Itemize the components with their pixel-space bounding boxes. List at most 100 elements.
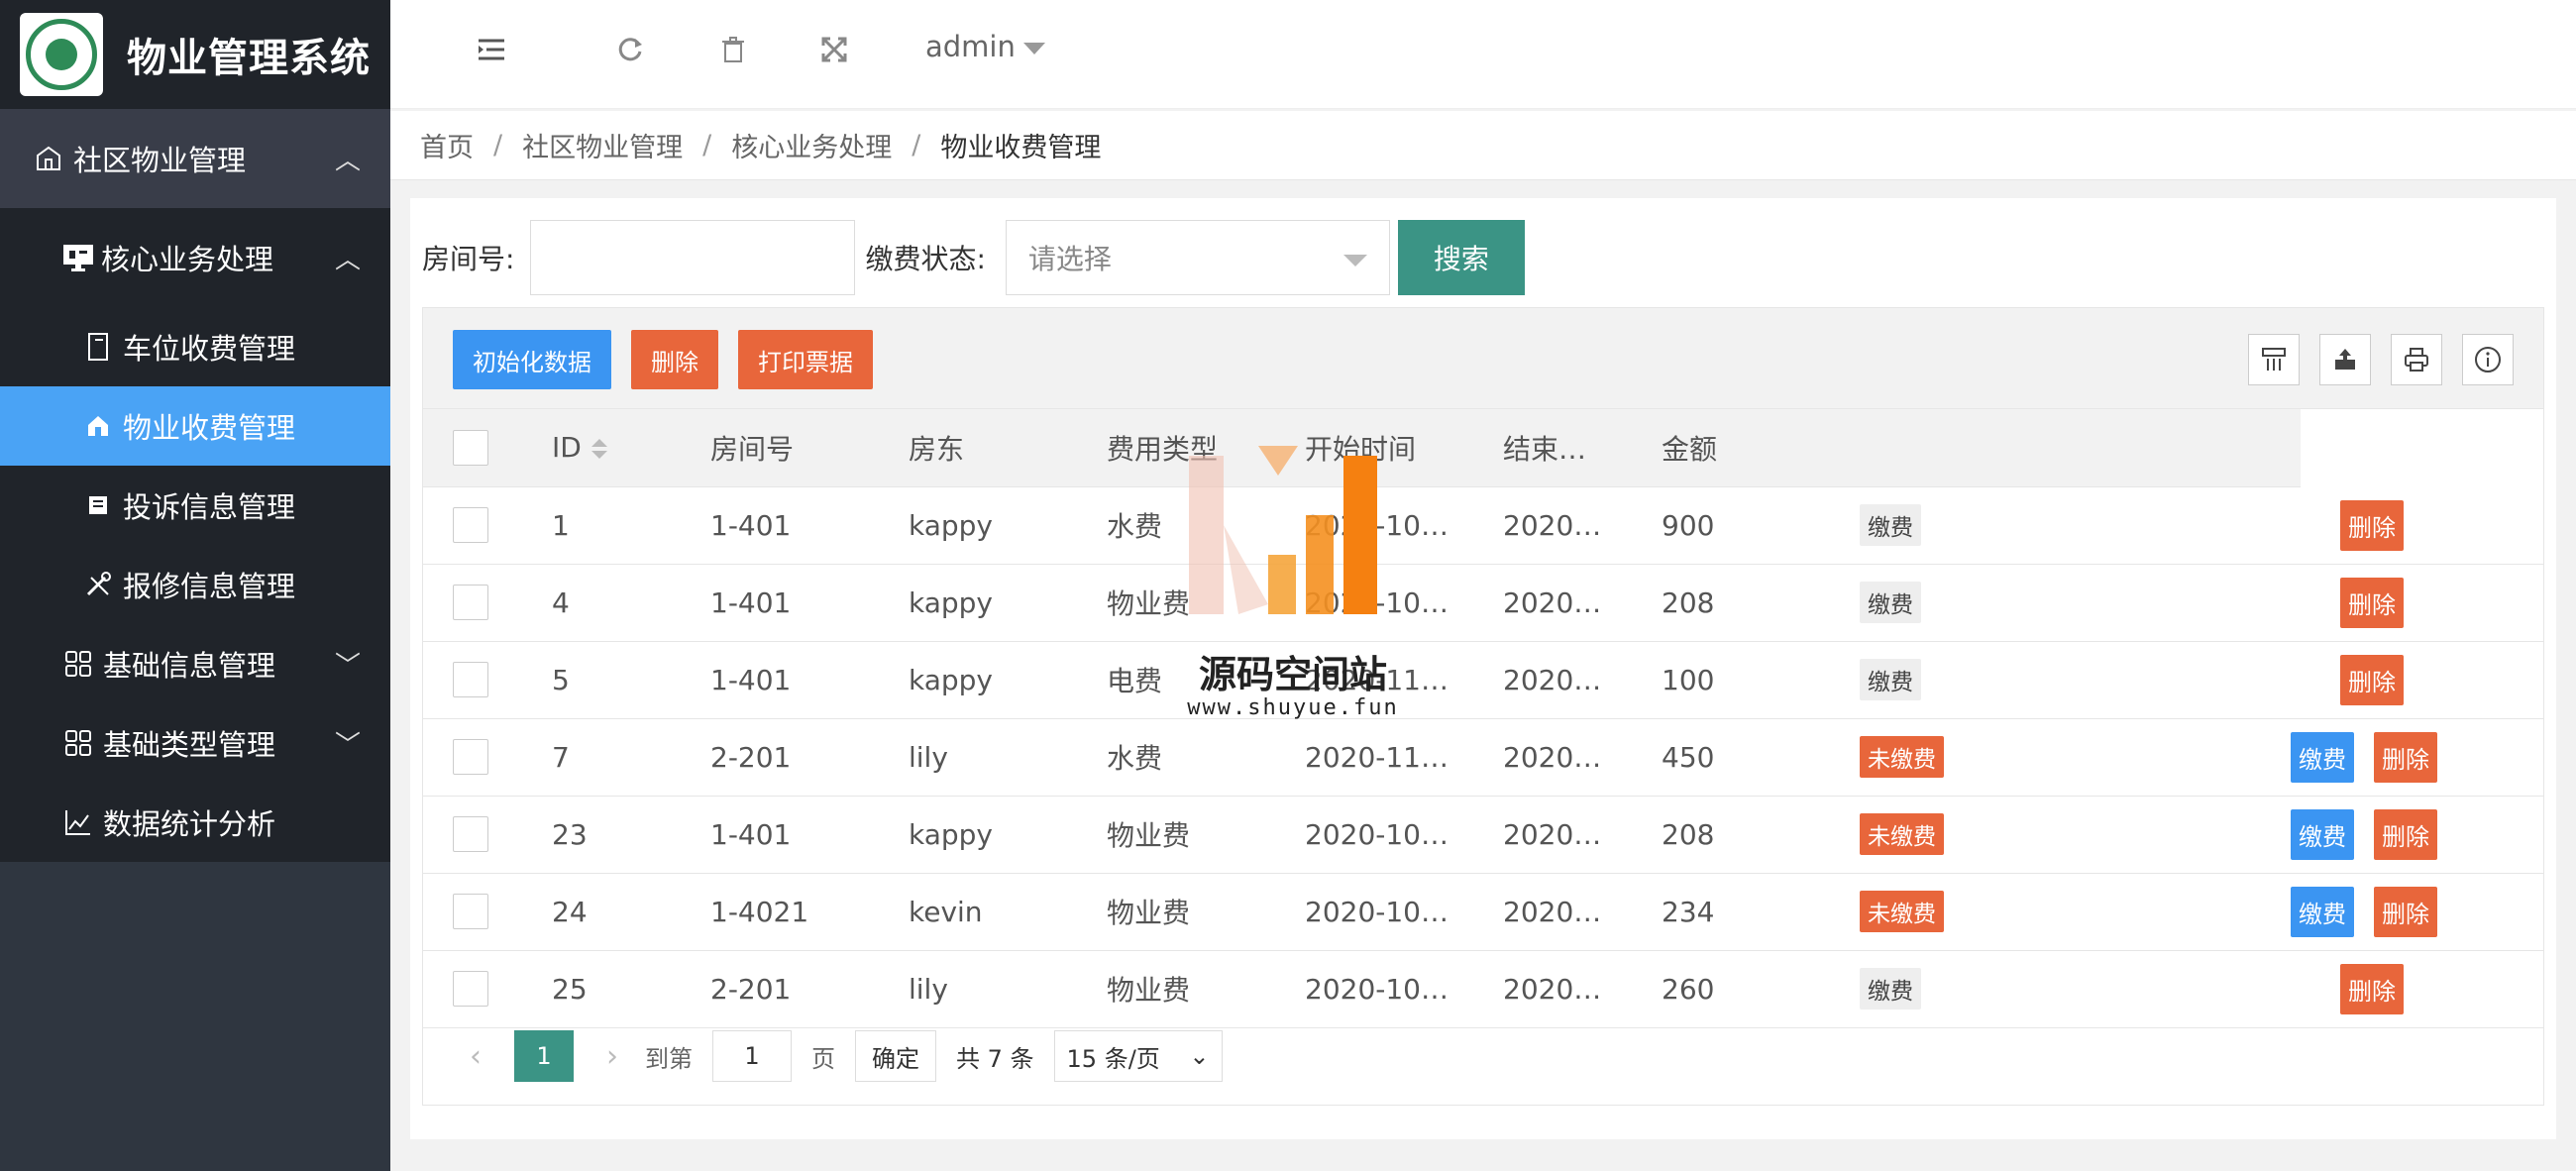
pay-button[interactable]: 缴费 — [2291, 886, 2354, 937]
cell-owner: lily — [909, 718, 1107, 797]
column-header: 房间号 — [710, 409, 909, 487]
table-row: 1 1-401 kappy 水费 2020-10… 2020… 900 缴费 删除 — [423, 486, 2543, 565]
cell-end: 2020… — [1503, 873, 1662, 951]
select-all-checkbox[interactable] — [453, 429, 488, 466]
sort-icon[interactable] — [590, 439, 607, 460]
trash-icon[interactable] — [711, 32, 755, 75]
cell-amount: 208 — [1662, 796, 1860, 874]
row-checkbox[interactable] — [453, 507, 488, 543]
menu-community[interactable]: 社区物业管理 ︿ — [0, 109, 390, 208]
grid-icon — [63, 728, 93, 758]
menu-statistics-label: 数据统计分析 — [103, 807, 276, 841]
row-checkbox[interactable] — [453, 816, 488, 852]
menu-basic-type[interactable]: 基础类型管理 ﹀ — [0, 703, 390, 783]
table-row: 23 1-401 kappy 物业费 2020-10… 2020… 208 未缴费 缴费 删除 — [423, 796, 2543, 874]
chevron-down-icon: ﹀ — [334, 730, 361, 761]
sidebar-item-complaint[interactable]: 投诉信息管理 — [0, 466, 390, 545]
cell-end: 2020… — [1503, 641, 1662, 719]
user-menu[interactable]: admin — [925, 30, 1045, 63]
row-delete-button[interactable]: 删除 — [2340, 577, 2404, 628]
row-checkbox[interactable] — [453, 971, 488, 1007]
column-header: 状态 — [1860, 409, 2058, 487]
cell-amount: 450 — [1662, 718, 1860, 797]
cell-amount: 260 — [1662, 950, 1860, 1028]
cell-owner: kappy — [909, 641, 1107, 719]
row-delete-button[interactable]: 删除 — [2340, 963, 2404, 1014]
row-delete-button[interactable]: 删除 — [2374, 886, 2437, 937]
breadcrumb-community[interactable]: 社区物业管理 — [522, 126, 683, 164]
home-icon — [83, 411, 113, 441]
status-select[interactable]: 请选择 — [1005, 220, 1390, 295]
cell-start: 2020-11… — [1305, 718, 1503, 797]
cell-type: 水费 — [1107, 486, 1305, 565]
next-page-icon[interactable]: › — [588, 1039, 637, 1074]
cell-type: 电费 — [1107, 641, 1305, 719]
cell-start: 2020-10… — [1305, 564, 1503, 642]
cell-end: 2020… — [1503, 564, 1662, 642]
refresh-icon[interactable] — [608, 32, 652, 75]
menu-core-business-label: 核心业务处理 — [101, 243, 274, 276]
status-placeholder: 请选择 — [1027, 243, 1112, 275]
row-delete-button[interactable]: 删除 — [2374, 808, 2437, 860]
door-icon — [83, 332, 113, 362]
menu-community-label: 社区物业管理 — [73, 144, 247, 177]
breadcrumb-core[interactable]: 核心业务处理 — [731, 126, 892, 164]
breadcrumb-home[interactable]: 首页 — [420, 126, 474, 164]
column-header-id[interactable]: ID — [552, 409, 710, 487]
row-delete-button[interactable]: 删除 — [2374, 731, 2437, 783]
sidebar-item-property-fee[interactable]: 物业收费管理 — [0, 386, 390, 466]
cell-end: 2020… — [1503, 718, 1662, 797]
column-header: 开始时间 — [1305, 409, 1503, 487]
menu-statistics[interactable]: 数据统计分析 — [0, 783, 390, 862]
sidebar-item-repair[interactable]: 报修信息管理 — [0, 545, 390, 624]
row-checkbox[interactable] — [453, 585, 488, 620]
cell-type: 水费 — [1107, 718, 1305, 797]
fee-table: ID 房间号 房东 费用类型 开始时间 结束… 金额 状态 11-401kapp… — [423, 409, 2543, 1028]
info-icon[interactable] — [2462, 334, 2514, 385]
cell-owner: kappy — [909, 486, 1107, 565]
cell-start: 2020-10… — [1305, 873, 1503, 951]
pay-button[interactable]: 缴费 — [2291, 808, 2354, 860]
goto-page-input[interactable]: 1 — [712, 1030, 792, 1082]
export-icon[interactable] — [2319, 334, 2371, 385]
pay-button[interactable]: 缴费 — [2291, 731, 2354, 783]
menu-core-business[interactable]: 核心业务处理 ︿ — [0, 208, 390, 307]
cell-end: 2020… — [1503, 486, 1662, 565]
cell-start: 2020-10… — [1305, 796, 1503, 874]
sidebar-item-parking-fee[interactable]: 车位收费管理 — [0, 307, 390, 386]
content-card: 房间号: 缴费状态: 请选择 搜索 初始化数据 删除 打印票据 ID 房间号 房… — [410, 198, 2556, 1139]
cell-type: 物业费 — [1107, 564, 1305, 642]
breadcrumb-separator: / — [702, 130, 712, 160]
print-icon[interactable] — [2391, 334, 2442, 385]
grid-icon — [63, 649, 93, 679]
menu-basic-info[interactable]: 基础信息管理 ﹀ — [0, 624, 390, 703]
sidebar-item-label: 投诉信息管理 — [123, 490, 296, 524]
status-badge: 未缴费 — [1860, 891, 1944, 932]
caret-down-icon — [1342, 255, 1367, 266]
prev-page-icon[interactable]: ‹ — [451, 1039, 500, 1074]
columns-icon[interactable] — [2248, 334, 2300, 385]
row-delete-button[interactable]: 删除 — [2340, 499, 2404, 551]
search-button[interactable]: 搜索 — [1397, 220, 1525, 295]
confirm-button[interactable]: 确定 — [855, 1030, 936, 1082]
room-input[interactable] — [530, 220, 856, 295]
row-delete-button[interactable]: 删除 — [2340, 654, 2404, 705]
fullscreen-icon[interactable] — [812, 32, 856, 75]
delete-button[interactable]: 删除 — [631, 330, 718, 389]
tools-icon — [83, 570, 113, 599]
page-size-select[interactable]: 15 条/页 ⌄ — [1053, 1030, 1223, 1082]
menu-fold-icon[interactable] — [470, 32, 513, 75]
sidebar: 物业管理系统 社区物业管理 ︿ 核心业务处理 ︿ 车位收费管理 物业收费管理 投… — [0, 0, 390, 1171]
cell-amount: 234 — [1662, 873, 1860, 951]
row-checkbox[interactable] — [453, 739, 488, 775]
print-receipt-button[interactable]: 打印票据 — [738, 330, 873, 389]
chevron-down-icon: ﹀ — [334, 651, 361, 682]
row-checkbox[interactable] — [453, 662, 488, 697]
cell-amount: 900 — [1662, 486, 1860, 565]
page-current[interactable]: 1 — [514, 1030, 574, 1082]
status-badge: 缴费 — [1860, 968, 1921, 1010]
column-header: 房东 — [909, 409, 1107, 487]
init-data-button[interactable]: 初始化数据 — [453, 330, 611, 389]
row-checkbox[interactable] — [453, 894, 488, 929]
breadcrumb-current: 物业收费管理 — [940, 133, 1102, 163]
